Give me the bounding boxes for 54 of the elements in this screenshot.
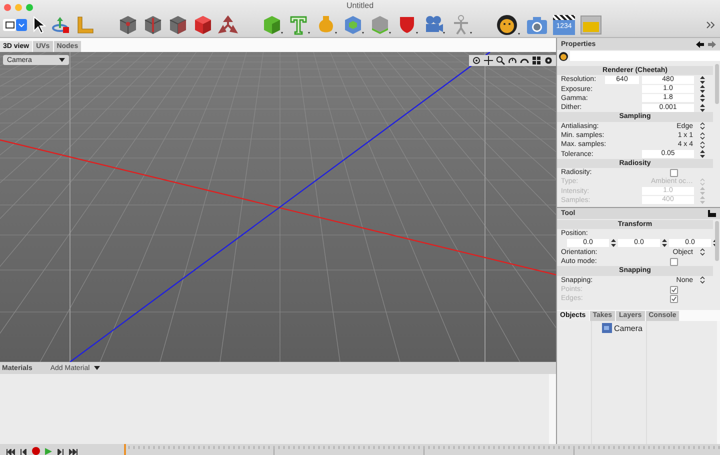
cube-icon[interactable] (262, 14, 284, 34)
view-layout-dropdown[interactable] (3, 18, 27, 30)
hexagon-icon[interactable] (343, 14, 365, 34)
object-item[interactable]: Camera (614, 324, 642, 332)
movie-camera-icon[interactable] (424, 14, 446, 34)
stepper-icon[interactable] (700, 94, 705, 102)
skip-to-end-icon[interactable] (69, 449, 78, 455)
stepper-icon[interactable] (700, 76, 705, 84)
camera-object-icon (602, 323, 612, 333)
up-down-chevron-icon[interactable] (700, 276, 705, 284)
up-down-chevron-icon[interactable] (700, 140, 705, 149)
stepper-icon[interactable] (611, 239, 616, 248)
pan-icon[interactable] (484, 56, 493, 65)
up-down-chevron-icon[interactable] (700, 122, 705, 130)
overflow-chevron-icon[interactable] (706, 20, 716, 28)
up-down-chevron-icon[interactable] (700, 248, 705, 256)
search-icon[interactable] (496, 56, 505, 65)
camera-icon[interactable] (526, 14, 548, 34)
rotate-icon[interactable] (508, 56, 517, 65)
skip-to-start-icon[interactable] (6, 449, 15, 455)
stepper-icon[interactable] (713, 239, 718, 248)
caret-icon (59, 58, 65, 62)
up-down-chevron-icon[interactable] (700, 132, 705, 140)
move-tool-icon[interactable] (51, 14, 71, 34)
cube-icon[interactable] (168, 14, 188, 34)
shield-icon[interactable] (397, 14, 419, 34)
cube-icon[interactable] (143, 14, 163, 34)
scrollbar[interactable] (715, 221, 719, 261)
cube-icon[interactable] (193, 14, 213, 34)
checkbox[interactable] (670, 258, 678, 266)
step-back-icon[interactable] (20, 449, 27, 455)
checkbox[interactable] (670, 168, 678, 177)
stepper-icon[interactable] (700, 104, 705, 112)
arc-icon[interactable] (520, 56, 529, 65)
arrow-cursor-icon[interactable] (32, 16, 46, 34)
record-icon[interactable] (32, 447, 40, 455)
back-forward-arrows-icon[interactable] (696, 40, 716, 48)
ruler-icon[interactable] (76, 16, 94, 34)
stepper-icon[interactable] (662, 239, 667, 248)
grid-layout-icon[interactable] (532, 56, 541, 65)
panel-toggle-icon[interactable] (708, 210, 716, 217)
target-icon[interactable] (472, 56, 481, 65)
cube-icon[interactable] (118, 14, 138, 34)
stepper-icon[interactable] (700, 85, 705, 94)
settings-icon[interactable] (544, 56, 553, 65)
stepper-icon[interactable] (700, 150, 705, 158)
three-arrows-icon[interactable] (218, 14, 238, 34)
caret-icon (94, 366, 100, 370)
window-title: Untitled (345, 1, 375, 10)
search-field[interactable] (570, 51, 720, 61)
step-forward-icon[interactable] (57, 449, 64, 455)
scrollbar[interactable] (715, 64, 719, 104)
text-tool-icon[interactable] (289, 14, 311, 34)
close-button[interactable] (4, 4, 11, 11)
